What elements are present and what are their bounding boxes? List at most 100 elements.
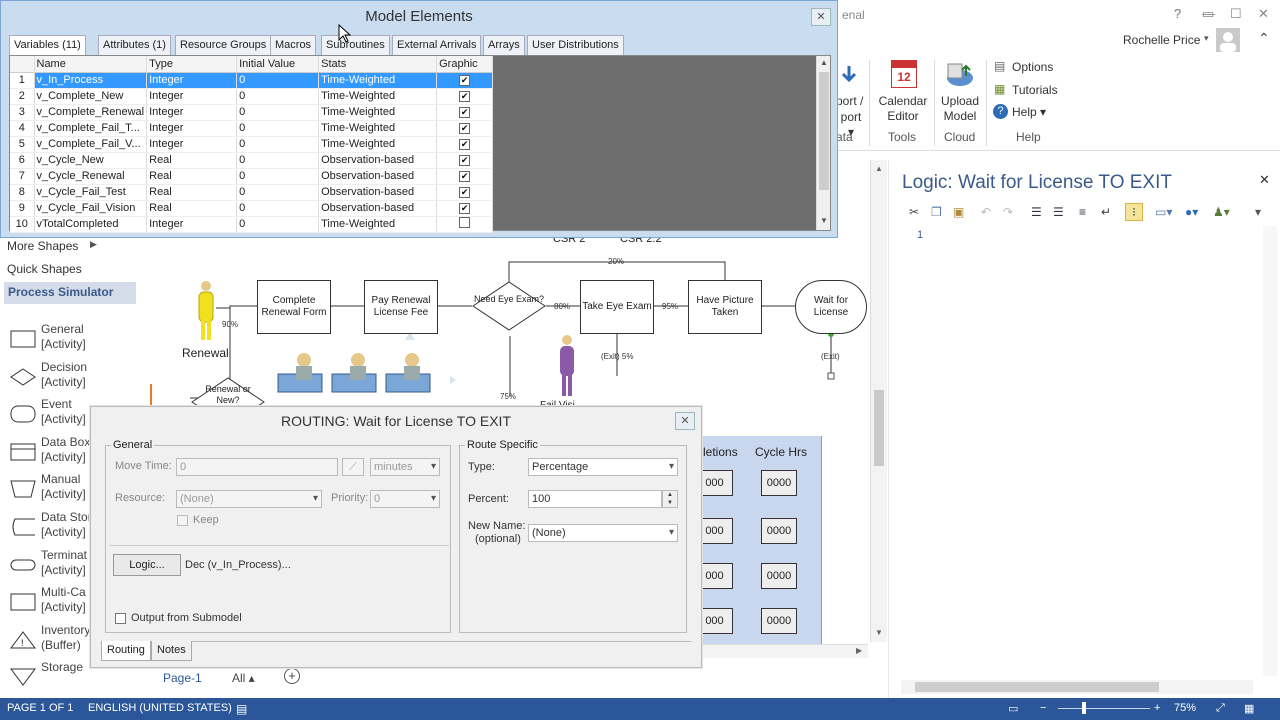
scroll-thumb[interactable]: [819, 72, 829, 190]
cell-stats[interactable]: Time-Weighted: [318, 136, 438, 153]
graphic-checkbox[interactable]: ✔: [459, 155, 471, 166]
tab-variables-11[interactable]: Variables (11): [9, 35, 86, 56]
cell-stats[interactable]: Observation-based: [318, 184, 438, 201]
graphic-checkbox[interactable]: ✔: [459, 91, 471, 102]
help-button[interactable]: Help ▾: [1012, 105, 1046, 120]
column-header[interactable]: Graphic: [436, 56, 494, 73]
upload-model-button[interactable]: Upload Model: [936, 94, 984, 124]
cell-name[interactable]: v_Cycle_Renewal: [34, 168, 148, 185]
cell-graphic[interactable]: ✔: [436, 88, 494, 105]
cell-name[interactable]: v_Cycle_New: [34, 152, 148, 169]
column-header[interactable]: Stats: [318, 56, 438, 73]
close-icon[interactable]: ✕: [675, 412, 695, 430]
tab-user-distributions[interactable]: User Distributions: [527, 35, 624, 55]
cell-name[interactable]: v_Complete_Renewal: [34, 104, 148, 121]
cell-graphic[interactable]: ✔: [436, 104, 494, 121]
tab-attributes-1[interactable]: Attributes (1): [98, 35, 171, 55]
scroll-thumb[interactable]: [915, 682, 1159, 692]
minimize-icon[interactable]: —: [1202, 6, 1215, 21]
page-tab[interactable]: Page-1: [163, 671, 202, 685]
expression-builder-icon[interactable]: ⟋: [342, 458, 364, 476]
zoom-in-icon[interactable]: +: [1154, 702, 1160, 714]
graphic-checkbox[interactable]: ✔: [459, 171, 471, 182]
scroll-up-icon[interactable]: ▲: [875, 164, 883, 173]
cell-init[interactable]: 0: [236, 216, 320, 233]
graphic-checkbox[interactable]: ✔: [459, 123, 471, 134]
canvas-vscroll[interactable]: ▲ ▼: [870, 160, 887, 642]
cell-name[interactable]: v_Cycle_Fail_Test: [34, 184, 148, 201]
table-row[interactable]: 9 v_Cycle_Fail_Vision Real 0 Observation-bas…: [10, 200, 494, 217]
user-account[interactable]: Rochelle Price ▾ ⌃: [1110, 28, 1280, 54]
quick-shapes[interactable]: Quick Shapes: [7, 262, 82, 276]
cell-init[interactable]: 0: [236, 136, 320, 153]
cell-graphic[interactable]: [436, 216, 494, 233]
logic-button[interactable]: Logic...: [113, 554, 181, 576]
close-icon[interactable]: ✕: [1259, 172, 1270, 188]
scroll-up-icon[interactable]: ▲: [820, 58, 828, 67]
cell-stats[interactable]: Observation-based: [318, 200, 438, 217]
fit-page-icon[interactable]: ⤢: [1216, 702, 1225, 715]
tab-resource-groups[interactable]: Resource Groups: [175, 35, 272, 55]
new-name-select[interactable]: (None): [528, 524, 678, 542]
scroll-thumb[interactable]: [874, 390, 884, 466]
cell-graphic[interactable]: ✔: [436, 120, 494, 137]
cell-name[interactable]: v_Complete_Fail_T...: [34, 120, 148, 137]
cell-init[interactable]: 0: [236, 168, 320, 185]
keep-checkbox[interactable]: [177, 515, 188, 526]
paste-icon[interactable]: ▣: [953, 205, 964, 219]
undo-icon[interactable]: ↶: [981, 205, 991, 219]
cell-type[interactable]: Real: [146, 168, 238, 185]
cell-type[interactable]: Real: [146, 200, 238, 217]
cell-type[interactable]: Integer: [146, 120, 238, 137]
cell-graphic[interactable]: ✔: [436, 200, 494, 217]
help-icon[interactable]: ?: [1174, 6, 1181, 21]
resource-select[interactable]: (None): [176, 490, 322, 508]
tab-external-arrivals[interactable]: External Arrivals: [392, 35, 482, 55]
maximize-icon[interactable]: ☐: [1230, 6, 1242, 22]
table-row[interactable]: 10 vTotalCompleted Integer 0 Time-Weighted: [10, 216, 494, 233]
graphic-checkbox[interactable]: ✔: [459, 75, 471, 86]
cell-type[interactable]: Real: [146, 152, 238, 169]
outdent-icon[interactable]: ☰: [1053, 205, 1064, 219]
cell-init[interactable]: 0: [236, 72, 320, 89]
tab-macros[interactable]: Macros: [270, 35, 317, 55]
tab-subroutines[interactable]: Subroutines: [321, 35, 390, 55]
table-row[interactable]: 2 v_Complete_New Integer 0 Time-Weighted ✔: [10, 88, 494, 105]
cell-type[interactable]: Real: [146, 184, 238, 201]
indent-icon[interactable]: ☰: [1031, 205, 1042, 219]
cell-name[interactable]: v_In_Process: [34, 72, 148, 89]
priority-select[interactable]: 0: [370, 490, 440, 508]
type-select[interactable]: Percentage: [528, 458, 678, 476]
macro-icon[interactable]: ▤: [236, 702, 247, 716]
activity-have-picture-taken[interactable]: Have Picture Taken: [688, 280, 762, 334]
graphic-checkbox[interactable]: ✔: [459, 203, 471, 214]
scroll-down-icon[interactable]: ▼: [875, 628, 883, 637]
graphic-checkbox[interactable]: ✔: [459, 139, 471, 150]
cell-stats[interactable]: Time-Weighted: [318, 104, 438, 121]
cell-init[interactable]: 0: [236, 88, 320, 105]
tab-arrays[interactable]: Arrays: [483, 35, 525, 55]
activity-complete-renewal-form[interactable]: Complete Renewal Form: [257, 280, 331, 334]
close-icon[interactable]: ✕: [811, 8, 831, 26]
table-row[interactable]: 8 v_Cycle_Fail_Test Real 0 Observation-based…: [10, 184, 494, 201]
table-row[interactable]: 5 v_Complete_Fail_V... Integer 0 Time-Weight…: [10, 136, 494, 153]
presentation-icon[interactable]: ▭: [1008, 702, 1018, 715]
shape-item[interactable]: General [Activity]: [0, 322, 150, 358]
table-row[interactable]: 1 v_In_Process Integer 0 Time-Weighted ✔: [10, 72, 494, 89]
scroll-right-icon[interactable]: ▶: [856, 646, 862, 655]
zoom-out-icon[interactable]: −: [1040, 702, 1046, 714]
cut-icon[interactable]: ✂: [909, 205, 919, 219]
cell-name[interactable]: vTotalCompleted: [34, 216, 148, 233]
cell-init[interactable]: 0: [236, 184, 320, 201]
close-icon[interactable]: ✕: [1258, 6, 1269, 22]
scroll-down-icon[interactable]: ▼: [820, 216, 828, 225]
cell-type[interactable]: Integer: [146, 136, 238, 153]
cell-init[interactable]: 0: [236, 152, 320, 169]
cell-stats[interactable]: Time-Weighted: [318, 72, 438, 89]
more-shapes[interactable]: More Shapes: [7, 239, 78, 253]
wrap-icon[interactable]: ↵: [1101, 205, 1111, 219]
column-header[interactable]: Initial Value: [236, 56, 320, 73]
cell-type[interactable]: Integer: [146, 72, 238, 89]
output-from-submodel-checkbox[interactable]: [115, 613, 126, 624]
activity-pay-renewal-fee[interactable]: Pay Renewal License Fee: [364, 280, 438, 334]
